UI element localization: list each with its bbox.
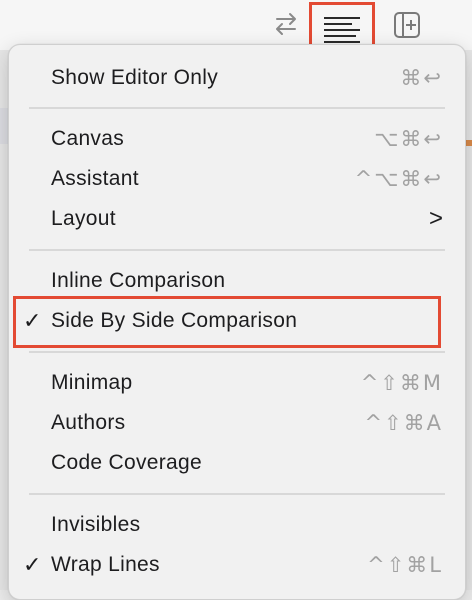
checkmark-icon: ✓ <box>23 552 42 577</box>
menu-separator <box>29 351 445 353</box>
menu-item-inline-comparison[interactable]: Inline Comparison <box>9 261 465 301</box>
menu-item-code-coverage[interactable]: Code Coverage <box>9 443 465 483</box>
menu-item-authors[interactable]: Authors ^⇧⌘A <box>9 403 465 443</box>
menu-item-layout[interactable]: Layout > <box>9 199 465 239</box>
add-editor-icon[interactable] <box>388 6 426 44</box>
menu-item-label: Assistant <box>51 167 139 190</box>
menu-item-label: Show Editor Only <box>51 66 219 89</box>
menu-item-label: Wrap Lines <box>51 553 160 576</box>
menu-item-label: Invisibles <box>51 513 141 536</box>
menu-item-label: Canvas <box>51 127 125 150</box>
menu-item-label: Minimap <box>51 371 133 394</box>
menu-separator <box>29 249 445 251</box>
menu-separator <box>29 107 445 109</box>
menu-item-wrap-lines[interactable]: ✓ Wrap Lines ^⇧⌘L <box>9 545 465 585</box>
menu-item-show-editor-only[interactable]: Show Editor Only ⌘↩ <box>9 58 465 98</box>
menu-item-minimap[interactable]: Minimap ^⇧⌘M <box>9 363 465 403</box>
editor-options-icon <box>324 17 360 43</box>
menu-item-label: Layout <box>51 207 116 230</box>
menu-item-invisibles[interactable]: Invisibles <box>9 505 465 545</box>
menu-item-label: Code Coverage <box>51 451 202 474</box>
menu-item-label: Authors <box>51 411 126 434</box>
menu-item-shortcut: ^⇧⌘L <box>367 553 443 577</box>
menu-item-shortcut: ⌘↩ <box>400 66 443 90</box>
menu-separator <box>29 493 445 495</box>
menu-item-shortcut: ^⇧⌘A <box>364 411 443 435</box>
swap-arrows-icon[interactable] <box>268 6 304 42</box>
menu-item-label: Inline Comparison <box>51 269 226 292</box>
menu-item-canvas[interactable]: Canvas ⌥⌘↩ <box>9 119 465 159</box>
highlight-annotation <box>13 296 441 348</box>
chevron-right-icon: > <box>428 205 443 232</box>
menu-item-shortcut: ^⌥⌘↩ <box>354 167 443 191</box>
menu-item-shortcut: ⌥⌘↩ <box>374 127 443 151</box>
menu-item-assistant[interactable]: Assistant ^⌥⌘↩ <box>9 159 465 199</box>
menu-item-shortcut: ^⇧⌘M <box>360 371 443 395</box>
